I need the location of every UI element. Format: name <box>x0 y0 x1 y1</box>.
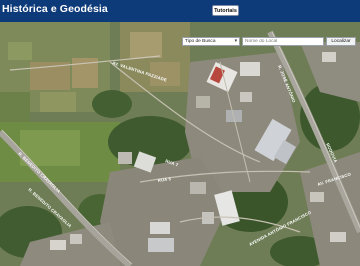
app-title: Histórica e Geodésia <box>2 3 108 15</box>
forest-patch <box>92 90 132 118</box>
building <box>190 182 206 194</box>
search-type-select[interactable]: Tipo de Busca ▾ <box>182 37 240 46</box>
building <box>240 62 260 76</box>
satellite-map[interactable]: AV. VALENTINA PAZZIADE R. BENEDITO CRAVA… <box>0 22 360 266</box>
building <box>148 238 174 252</box>
building <box>240 92 252 102</box>
building <box>70 234 82 244</box>
locate-button[interactable]: Localizar <box>326 37 356 46</box>
building <box>150 222 170 234</box>
building <box>330 232 346 242</box>
field-plot <box>0 92 30 122</box>
building <box>196 96 210 108</box>
building <box>322 52 336 62</box>
place-name-input[interactable] <box>242 37 324 46</box>
header-bar: Histórica e Geodésia Tutoriais <box>0 0 360 22</box>
building <box>50 240 66 250</box>
field-plot <box>130 32 162 58</box>
building <box>310 192 324 202</box>
tutorials-button[interactable]: Tutoriais <box>212 5 239 16</box>
search-bar: Tipo de Busca ▾ Localizar <box>182 37 356 46</box>
building <box>118 152 132 164</box>
map-imagery[interactable]: AV. VALENTINA PAZZIADE R. BENEDITO CRAVA… <box>0 22 360 266</box>
field-plot <box>40 92 76 112</box>
chevron-down-icon: ▾ <box>234 39 237 44</box>
app-window: Histórica e Geodésia Tutoriais Tipo de B… <box>0 0 360 266</box>
search-type-label: Tipo de Busca <box>185 39 216 44</box>
field-plot <box>8 42 32 60</box>
